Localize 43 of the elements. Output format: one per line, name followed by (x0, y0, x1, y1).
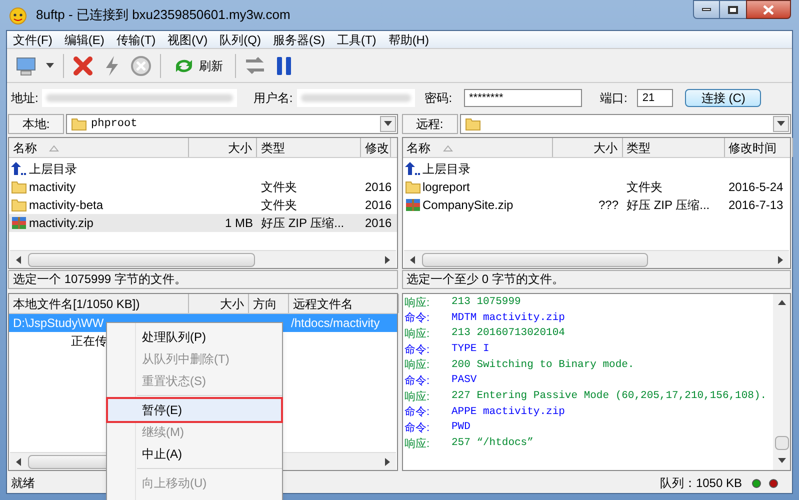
file-type: 文件夹 (261, 198, 297, 212)
log-line: 命令: PASV (404, 373, 478, 390)
file-type: 文件夹 (261, 180, 297, 194)
selection-status: 选定一个 1075999 字节的文件。 (8, 270, 398, 289)
file-name: CompanySite.zip (422, 197, 514, 214)
file-type: 文件夹 (626, 180, 662, 194)
username-label: 用户名: (253, 90, 293, 107)
queue-size-status: 队列：1050 KB (660, 475, 743, 492)
file-name: mactivity (29, 179, 76, 196)
log-line: 响应: 213 20160713020104 (404, 326, 566, 342)
log-line: 命令: APPE mactivity.zip (404, 404, 566, 420)
log-line: 命令: TYPE I (404, 342, 490, 358)
file-date: 2016 (365, 180, 391, 194)
panel-label: 远程: (402, 114, 458, 134)
log-line: 响应: 257 “/htdocs” (404, 436, 534, 452)
file-type: 好压 ZIP 压缩... (261, 216, 344, 230)
log-line: 响应: 200 Switching to Binary mode. (404, 358, 636, 374)
remote-file-path: /htdocs/mactivity (290, 315, 380, 332)
log-line: 响应: 213 1075999 (404, 295, 522, 311)
transfer-status: 正在传 (71, 333, 107, 350)
panel-label: 本地: (8, 114, 64, 134)
file-name: mactivity.zip (29, 215, 94, 232)
address-label: 地址: (11, 90, 38, 107)
log-line: 命令: PWD (404, 420, 472, 436)
file-name: mactivity-beta (29, 197, 104, 214)
log-line: 响应: 227 Entering Passive Mode (60,205,17,210,156,108). (404, 389, 768, 405)
file-date: 2016 (365, 198, 391, 212)
port-label: 端口: (600, 90, 628, 107)
file-name: 上层目录 (29, 161, 77, 178)
file-size: 1 MB (224, 216, 253, 230)
password-label: 密码: (424, 90, 452, 107)
status-text: 就绪 (10, 475, 35, 492)
log-line: 命令: MDTM mactivity.zip (404, 310, 566, 326)
file-type: 好压 ZIP 压缩... (626, 198, 710, 212)
file-size: ??? (598, 198, 618, 212)
file-name: 上层目录 (422, 161, 470, 178)
local-file-path: D:\JspStudy\WW (12, 315, 105, 332)
selection-status: 选定一个至少 0 字节的文件。 (402, 270, 791, 289)
file-date: 2016 (365, 216, 391, 230)
window-title: 8uftp - 已连接到 bxu2359850601.my3w.com (36, 6, 290, 24)
file-date: 2016-7-13 (728, 198, 784, 212)
file-name: logreport (422, 179, 470, 196)
file-date: 2016-5-24 (728, 180, 784, 194)
